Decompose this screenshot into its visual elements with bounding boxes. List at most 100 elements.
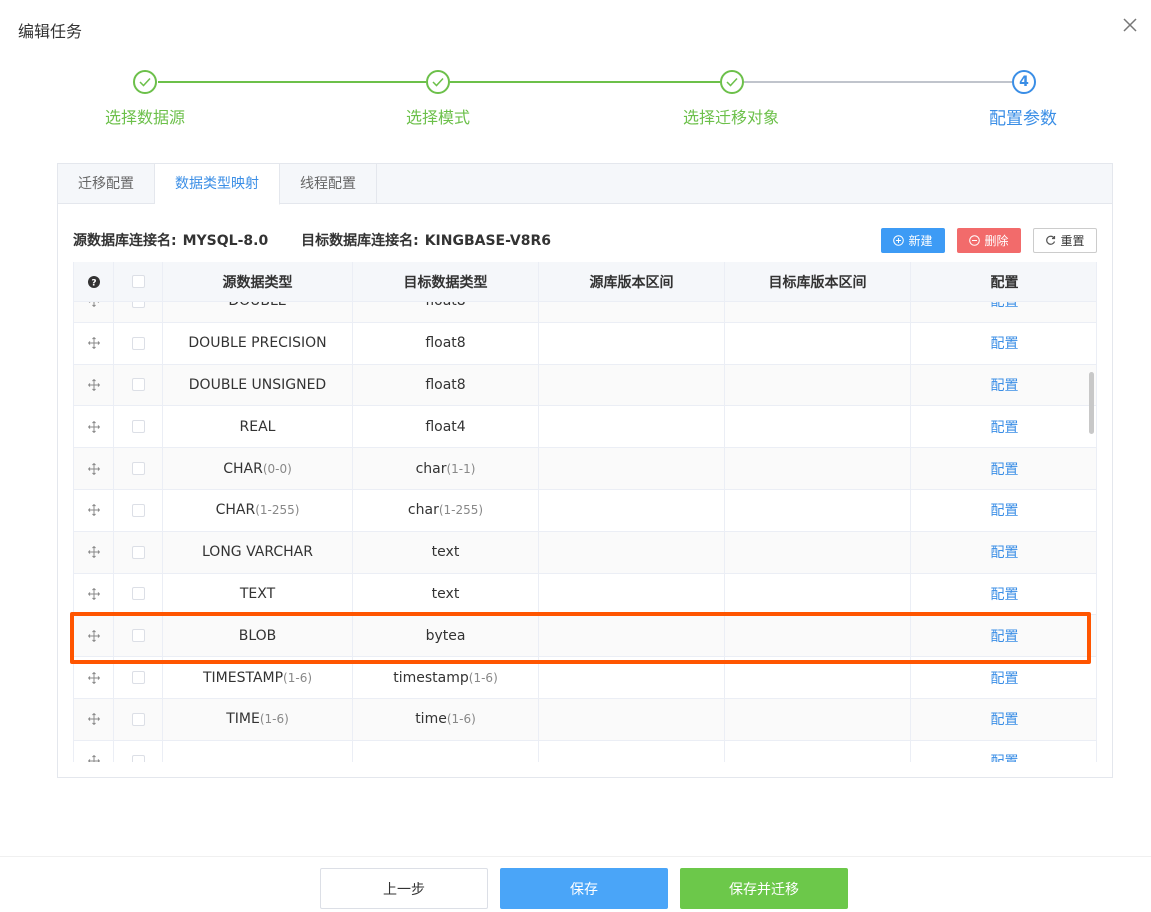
config-link[interactable]: 配置 [991, 709, 1019, 729]
row-checkbox[interactable] [131, 671, 145, 685]
minus-circle-icon [969, 235, 981, 246]
select-all-checkbox-cell [114, 262, 163, 301]
config-link[interactable]: 配置 [991, 584, 1019, 604]
target-type-range: (1-255) [438, 503, 484, 518]
row-checkbox[interactable] [131, 503, 145, 517]
row-checkbox[interactable] [131, 462, 145, 476]
table-row[interactable]: CHAR (0-0) char (1-1) 配置 [74, 448, 1096, 490]
save-button[interactable]: 保存 [500, 868, 668, 909]
config-link[interactable]: 配置 [991, 626, 1019, 646]
row-checkbox-cell [114, 448, 163, 489]
target-range-cell [725, 531, 911, 573]
target-range-cell [725, 489, 911, 531]
config-link[interactable]: 配置 [991, 542, 1019, 562]
step-label-4: 配置参数 [989, 109, 1057, 129]
config-link[interactable]: 配置 [991, 375, 1019, 395]
target-connection-value: KINGBASE-V8R6 [424, 233, 551, 249]
tab-data-type-mapping[interactable]: 数据类型映射 [155, 164, 280, 205]
tab-thread-config[interactable]: 线程配置 [280, 164, 377, 203]
target-range-cell [725, 740, 911, 762]
source-range-cell [539, 615, 725, 657]
refresh-icon [1046, 235, 1056, 245]
drag-handle-icon[interactable] [74, 489, 114, 531]
plus-circle-icon [893, 235, 905, 246]
drag-handle-icon[interactable] [74, 322, 114, 364]
config-link[interactable]: 配置 [991, 668, 1019, 688]
drag-handle-icon[interactable] [74, 406, 114, 448]
drag-handle-icon[interactable] [74, 615, 114, 657]
source-type-cell: TEXT [163, 573, 353, 615]
target-type-cell: time (1-6) [353, 698, 539, 740]
row-checkbox[interactable] [131, 712, 145, 726]
table-row[interactable]: DOUBLE PRECISION float8 配置 [74, 322, 1096, 365]
config-cell: 配置 [911, 574, 1096, 615]
select-all-checkbox[interactable] [131, 275, 145, 288]
drag-handle-icon[interactable] [74, 448, 114, 489]
source-type: DOUBLE PRECISION [188, 335, 327, 352]
config-link[interactable]: 配置 [991, 500, 1019, 520]
target-type-cell: char (1-1) [353, 448, 539, 489]
target-type: char [415, 460, 447, 477]
target-type-cell: text [353, 531, 539, 573]
table-row[interactable]: REAL float4 配置 [74, 406, 1096, 449]
drag-handle-icon[interactable] [74, 531, 114, 573]
steps-bar: 4 选择数据源 选择模式 选择迁移对象 配置参数 [0, 0, 1151, 140]
table-row[interactable]: 配置 [74, 740, 1096, 762]
table-row[interactable]: TIME (1-6) time (1-6) 配置 [74, 698, 1096, 741]
tab-migration-config[interactable]: 迁移配置 [58, 164, 155, 203]
row-checkbox[interactable] [131, 378, 145, 392]
target-type: timestamp [393, 669, 469, 686]
row-checkbox[interactable] [131, 545, 145, 559]
source-type-cell: CHAR (1-255) [163, 489, 353, 531]
row-checkbox-cell [114, 406, 163, 448]
row-checkbox[interactable] [131, 629, 145, 643]
row-checkbox[interactable] [131, 587, 145, 601]
config-link[interactable]: 配置 [991, 751, 1019, 762]
table-row[interactable]: CHAR (1-255) char (1-255) 配置 [74, 489, 1096, 532]
table-row[interactable]: TEXT text 配置 [74, 573, 1096, 616]
step-label-2: 选择模式 [405, 108, 471, 127]
reset-button[interactable]: 重置 [1033, 228, 1097, 253]
step-3-check-icon [720, 70, 744, 94]
help-icon[interactable]: ? [74, 262, 114, 301]
target-range-cell [725, 448, 911, 489]
connection-info: 源数据库连接名: MYSQL-8.0 目标数据库连接名: KINGBASE-V8R6 [73, 230, 579, 250]
previous-step-button[interactable]: 上一步 [320, 868, 488, 909]
table-row[interactable]: LONG VARCHAR text 配置 [74, 531, 1096, 574]
target-type: time [415, 711, 447, 728]
row-checkbox-cell [114, 531, 163, 573]
drag-handle-icon[interactable] [74, 364, 114, 406]
target-type-cell: float4 [353, 406, 539, 448]
save-and-migrate-button[interactable]: 保存并迁移 [680, 868, 848, 909]
drag-handle-icon[interactable] [74, 573, 114, 615]
table-row[interactable]: TIMESTAMP (1-6) timestamp (1-6) 配置 [74, 657, 1096, 699]
drag-handle-icon[interactable] [74, 657, 114, 698]
delete-button[interactable]: 删除 [957, 228, 1021, 253]
source-type-cell: TIMESTAMP (1-6) [163, 657, 353, 698]
config-cell: 配置 [911, 699, 1096, 740]
config-cell: 配置 [911, 365, 1096, 406]
config-link[interactable]: 配置 [991, 333, 1019, 353]
source-type: TEXT [239, 585, 276, 602]
row-checkbox[interactable] [131, 420, 145, 434]
table-scrollbar[interactable] [1089, 372, 1094, 434]
row-checkbox[interactable] [131, 336, 145, 350]
target-type-cell: char (1-255) [353, 489, 539, 531]
table-row[interactable]: BLOB bytea 配置 [74, 615, 1096, 658]
step-1-check-icon [133, 70, 157, 94]
drag-handle-icon[interactable] [74, 698, 114, 740]
new-button[interactable]: 新建 [881, 228, 945, 253]
step-connector [744, 81, 1012, 83]
config-link[interactable]: 配置 [991, 417, 1019, 437]
target-type-cell: timestamp (1-6) [353, 657, 539, 698]
target-type: float8 [425, 376, 466, 393]
source-range-cell [539, 322, 725, 364]
row-checkbox[interactable] [131, 754, 145, 762]
target-type-range: (1-6) [468, 670, 498, 685]
config-link[interactable]: 配置 [991, 459, 1019, 479]
step-connector [450, 81, 720, 83]
source-range-cell [539, 573, 725, 615]
delete-button-label: 删除 [984, 234, 1009, 248]
drag-handle-icon[interactable] [74, 740, 114, 762]
table-row[interactable]: DOUBLE UNSIGNED float8 配置 [74, 364, 1096, 407]
